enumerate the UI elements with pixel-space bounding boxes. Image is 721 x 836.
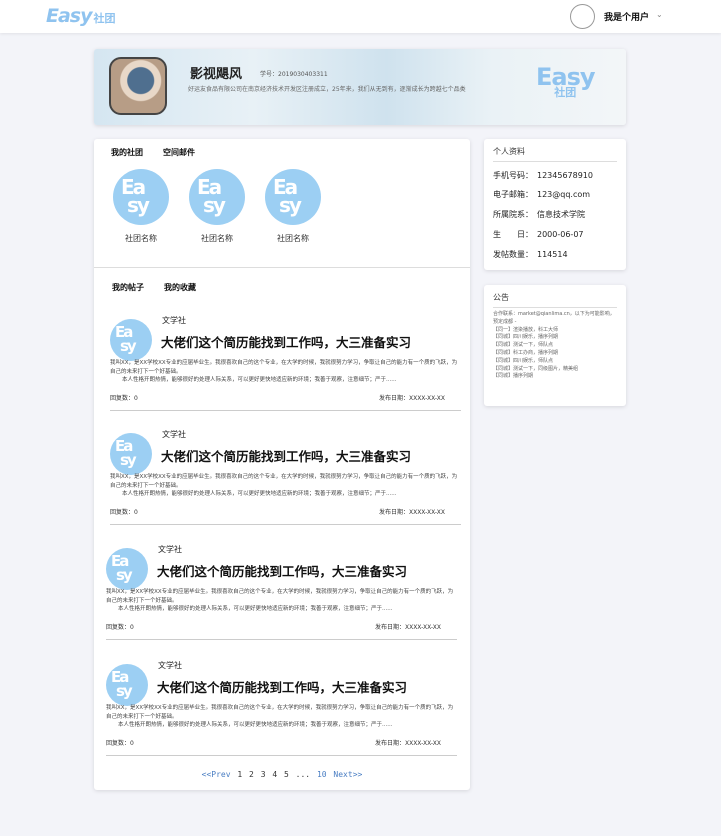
post-excerpt: 我叫XX，是XX学校XX专业的应届毕业生。我很喜欢自己的这个专业，在大学的时候，…: [110, 360, 458, 383]
club-list: Ea sy 社团名称 Ea sy 社团名称 Ea sy 社团名称: [111, 169, 323, 244]
announcement-line[interactable]: 【同城】科工办商，播序列期: [493, 350, 619, 358]
pager-ellipsis: ...: [295, 770, 311, 779]
post-reply-count: 回复数：0: [110, 395, 138, 402]
pagination: <<Prev 1 2 3 4 5 ... 10 Next>>: [94, 770, 470, 779]
info-row-birthday: 生 日： 2000-06-07: [493, 230, 584, 239]
announcement-line[interactable]: 【同城】播序列期: [493, 373, 619, 381]
brand-sub: 社团: [93, 12, 116, 25]
post-category[interactable]: 文学社: [158, 660, 182, 671]
top-nav-bar: Easy 社团 我是个用户 ⌄: [0, 0, 721, 33]
post-date: 发布日期：XXXX-XX-XX: [378, 509, 445, 516]
announcement-list: 合作联系：market@qianlima.cn，以下为可能影响，预定成都 - 【…: [493, 311, 619, 381]
post-item[interactable]: Ea sy 文学社 大佬们这个简历能找到工作吗，大三准备实习 我叫XX，是XX学校…: [110, 421, 461, 525]
announcement-line[interactable]: 【同城】测试一下，师队点: [493, 342, 619, 350]
post-club-logo-icon: Ea sy: [110, 319, 152, 361]
post-date: 发布日期：XXXX-XX-XX: [374, 740, 441, 747]
post-category[interactable]: 文学社: [158, 544, 182, 555]
info-row-email: 电子邮箱： 123@qq.com: [493, 190, 591, 199]
club-name: 社团名称: [277, 234, 309, 243]
post-reply-count: 回复数：0: [110, 509, 138, 516]
post-title[interactable]: 大佬们这个简历能找到工作吗，大三准备实习: [157, 677, 407, 696]
club-item[interactable]: Ea sy 社团名称: [263, 169, 323, 244]
post-reply-count: 回复数：0: [106, 740, 134, 747]
profile-name: 影视飓风: [190, 67, 243, 82]
clubs-tabs: 我的社团 空间邮件: [111, 147, 195, 158]
post-item[interactable]: Ea sy 文学社 大佬们这个简历能找到工作吗，大三准备实习 我叫XX，是XX学校…: [106, 536, 457, 640]
tab-space-mail[interactable]: 空间邮件: [163, 147, 195, 158]
post-excerpt: 我叫XX，是XX学校XX专业的应届毕业生。我很喜欢自己的这个专业，在大学的时候，…: [110, 474, 458, 497]
club-logo-icon: Ea sy: [189, 169, 245, 225]
club-logo-icon: Ea sy: [113, 169, 169, 225]
post-title[interactable]: 大佬们这个简历能找到工作吗，大三准备实习: [161, 332, 411, 351]
brand-logo[interactable]: Easy 社团: [46, 5, 116, 27]
info-row-department: 所属院系： 信息技术学院: [493, 210, 585, 219]
pager-next[interactable]: Next>>: [333, 770, 362, 779]
post-club-logo-icon: Ea sy: [110, 433, 152, 475]
post-item[interactable]: Ea sy 文学社 大佬们这个简历能找到工作吗，大三准备实习 我叫XX，是XX学校…: [106, 652, 457, 756]
announcement-line[interactable]: 【同城】四川娱乐，师队点: [493, 358, 619, 366]
tab-my-favorites[interactable]: 我的收藏: [164, 282, 196, 293]
post-date: 发布日期：XXXX-XX-XX: [378, 395, 445, 402]
club-item[interactable]: Ea sy 社团名称: [111, 169, 171, 244]
club-name: 社团名称: [125, 234, 157, 243]
tab-my-posts[interactable]: 我的帖子: [112, 282, 144, 293]
post-category[interactable]: 文学社: [162, 315, 186, 326]
pager-page[interactable]: 2: [249, 770, 254, 779]
pager-prev[interactable]: <<Prev: [202, 770, 231, 779]
club-name: 社团名称: [201, 234, 233, 243]
announcement-title: 公告: [493, 292, 617, 308]
pager-page[interactable]: 5: [284, 770, 289, 779]
info-row-phone: 手机号码： 12345678910: [493, 171, 593, 180]
banner-logo: Easy 社团: [536, 65, 596, 99]
profile-student-id: 学号：2019030403311: [260, 71, 328, 78]
post-item[interactable]: Ea sy 文学社 大佬们这个简历能找到工作吗，大三准备实习 我叫XX，是XX学校…: [110, 307, 461, 411]
profile-description: 好运友食品有限公司在南京经济技术开发区注册成立，25年来，我们从无到有，逐渐成长…: [188, 86, 466, 93]
club-logo-icon: Ea sy: [265, 169, 321, 225]
info-row-post-count: 发帖数量： 114514: [493, 250, 568, 259]
post-title[interactable]: 大佬们这个简历能找到工作吗，大三准备实习: [161, 446, 411, 465]
pager-page[interactable]: 4: [272, 770, 277, 779]
user-name[interactable]: 我是个用户: [604, 10, 649, 23]
pager-page[interactable]: 3: [261, 770, 266, 779]
announcement-line[interactable]: 合作联系：market@qianlima.cn，以下为可能影响，预定成都 -: [493, 311, 619, 327]
post-club-logo-icon: Ea sy: [106, 664, 148, 706]
profile-banner: 影视飓风 学号：2019030403311 好运友食品有限公司在南京经济技术开发…: [94, 49, 626, 125]
pager-page[interactable]: 1: [237, 770, 242, 779]
profile-avatar[interactable]: [109, 57, 167, 115]
brand-word: Easy: [46, 5, 92, 27]
post-excerpt: 我叫XX，是XX学校XX专业的应届毕业生。我很喜欢自己的这个专业，在大学的时候，…: [106, 705, 454, 728]
tab-my-clubs[interactable]: 我的社团: [111, 147, 143, 158]
pager-page-last[interactable]: 10: [317, 770, 327, 779]
post-club-logo-icon: Ea sy: [106, 548, 148, 590]
personal-info-card: 个人资料 手机号码： 12345678910 电子邮箱： 123@qq.com 所属…: [484, 139, 626, 270]
post-category[interactable]: 文学社: [162, 429, 186, 440]
post-reply-count: 回复数：0: [106, 624, 134, 631]
club-item[interactable]: Ea sy 社团名称: [187, 169, 247, 244]
post-excerpt: 我叫XX，是XX学校XX专业的应届毕业生。我很喜欢自己的这个专业，在大学的时候，…: [106, 589, 454, 612]
section-divider: [94, 267, 470, 268]
main-content-card: 我的社团 空间邮件 Ea sy 社团名称 Ea sy 社团名称 Ea sy 社团名称 …: [94, 139, 470, 790]
announcement-card: 公告 合作联系：market@qianlima.cn，以下为可能影响，预定成都 …: [484, 285, 626, 406]
personal-info-title: 个人资料: [493, 146, 617, 162]
post-title[interactable]: 大佬们这个简历能找到工作吗，大三准备实习: [157, 561, 407, 580]
posts-tabs: 我的帖子 我的收藏: [112, 282, 196, 293]
chevron-down-icon[interactable]: ⌄: [656, 10, 663, 19]
user-avatar[interactable]: [570, 4, 595, 29]
post-date: 发布日期：XXXX-XX-XX: [374, 624, 441, 631]
